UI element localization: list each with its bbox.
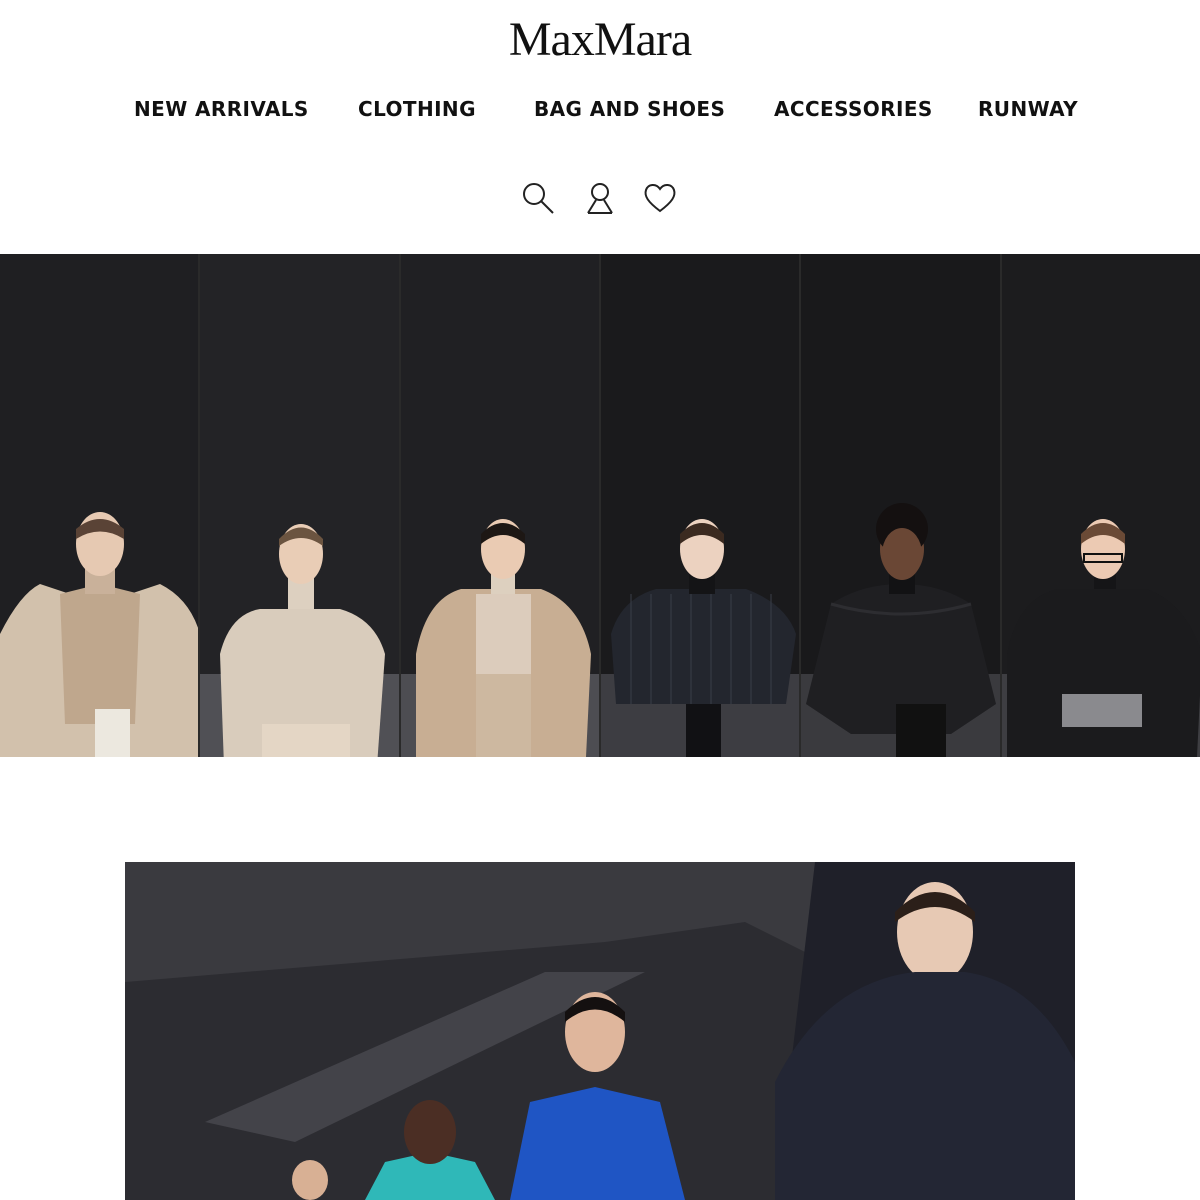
brand-logo[interactable]: MaxMara: [0, 10, 1200, 70]
runway-look-2[interactable]: [200, 254, 401, 757]
runway-look-6[interactable]: [1001, 254, 1200, 757]
nav-new-arrivals[interactable]: NEW ARRIVALS: [134, 95, 309, 123]
nav-clothing[interactable]: CLOTHING: [358, 95, 476, 123]
nav-accessories[interactable]: ACCESSORIES: [774, 95, 933, 123]
account-icon[interactable]: [582, 180, 622, 220]
campaign-banner-image[interactable]: [125, 862, 1075, 1200]
search-icon[interactable]: [520, 180, 560, 220]
utility-icons: [520, 180, 685, 220]
runway-look-3[interactable]: [400, 254, 601, 757]
runway-look-4[interactable]: [600, 254, 802, 757]
runway-look-5[interactable]: [801, 254, 1002, 757]
nav-runway[interactable]: RUNWAY: [978, 95, 1078, 123]
wishlist-heart-icon[interactable]: [642, 180, 682, 220]
runway-look-1[interactable]: [0, 254, 201, 757]
runway-looks-strip[interactable]: [0, 254, 1200, 757]
main-navigation: NEW ARRIVALS CLOTHING BAG AND SHOES ACCE…: [0, 95, 1200, 125]
nav-bag-and-shoes[interactable]: BAG AND SHOES: [534, 95, 725, 123]
